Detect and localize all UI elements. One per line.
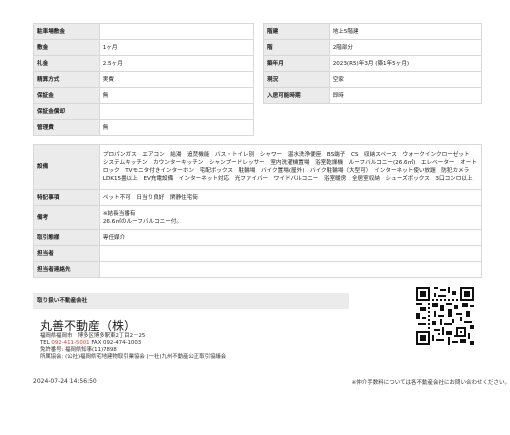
commission-note: ※仲介手数料については各不動産会社にお問い合わせください。 <box>351 380 510 386</box>
term-label: 敷金 <box>33 39 100 56</box>
building-row: 階 2階部分 <box>263 39 483 56</box>
detail-label: 特記事項 <box>33 189 100 206</box>
term-row: 保証金無 <box>33 87 255 104</box>
detail-value: ※結長当番有 26.6㎡のルーフバルコニー付。 <box>98 205 483 230</box>
term-value: 1ヶ月 <box>98 39 255 56</box>
detail-row: 取引態様 専任媒介 <box>33 229 483 246</box>
building-row: 築年月 2023(R5)年3月 (築1年5ヶ月) <box>263 55 483 72</box>
building-row: 入居可能時期 即時 <box>263 87 483 104</box>
term-label: 駐車場敷金 <box>33 23 100 40</box>
detail-row: 備考 ※結長当番有 26.6㎡のルーフバルコニー付。 <box>33 205 483 230</box>
building-value: 地上5階建 <box>328 23 483 40</box>
detail-label: 担当者 <box>33 245 100 262</box>
detail-value: ペット不可 日当り良好 閑静住宅街 <box>98 189 483 206</box>
term-row: 管理費無 <box>33 119 255 136</box>
term-row: 礼金 2.5ヶ月 <box>33 55 255 72</box>
company-association: 所属協会: (公社)福岡県宅地建物取引業協会 (一社)九州不動産公正取引協議会 <box>40 354 227 360</box>
building-row: 現況 空家 <box>263 71 483 88</box>
company-phone: TEL 092-411-5001 FAX 092-474-1003 <box>40 340 141 347</box>
building-value: 2023(R5)年3月 (築1年5ヶ月) <box>328 55 483 72</box>
tel-link[interactable]: 092-411-5001 <box>51 340 89 346</box>
term-value <box>98 23 255 40</box>
term-label: 管理費 <box>33 119 100 136</box>
qr-code-icon <box>416 287 474 345</box>
detail-value: プロパンガス エアコン 給湯 追焚機能 バス・トイレ別 シャワー 温水洗浄便座 … <box>98 144 483 190</box>
building-row: 階建 地上5階建 <box>263 23 483 40</box>
company-name: 丸善不動産（株） <box>40 319 137 333</box>
tel-label: TEL <box>40 340 52 346</box>
term-value: 無 <box>98 119 255 136</box>
building-value: 即時 <box>328 87 483 104</box>
term-label: 礼金 <box>33 55 100 72</box>
term-row: 敷金 1ヶ月 <box>33 39 255 56</box>
building-label: 階建 <box>263 23 330 40</box>
detail-label: 備考 <box>33 205 100 230</box>
term-row: 駐車場敷金 <box>33 23 255 40</box>
term-row: 精算方式 実費 <box>33 71 255 88</box>
detail-row: 設備 プロパンガス エアコン 給湯 追焚機能 バス・トイレ別 シャワー 温水洗浄便… <box>33 144 483 190</box>
detail-row: 担当者 <box>33 245 483 262</box>
detail-value <box>98 245 483 262</box>
detail-value: 専任媒介 <box>98 229 483 246</box>
term-value: 2.5ヶ月 <box>98 55 255 72</box>
company-address: 福岡県福岡市 博多区博多駅東2丁目2－25 <box>40 333 146 339</box>
fax-number: FAX 092-474-1003 <box>89 340 142 346</box>
building-label: 現況 <box>263 71 330 88</box>
detail-row: 特記事項 ペット不可 日当り良好 閑静住宅街 <box>33 189 483 206</box>
detail-label: 取引態様 <box>33 229 100 246</box>
building-value: 2階部分 <box>328 39 483 56</box>
term-value <box>98 103 255 120</box>
detail-label: 担当者連絡先 <box>33 261 100 278</box>
building-label: 入居可能時期 <box>263 87 330 104</box>
building-table-right: 階建 地上5階建階 2階部分 築年月 2023(R5)年3月 (築1年5ヶ月) 現況 空家入… <box>263 23 483 104</box>
term-label: 精算方式 <box>33 71 100 88</box>
terms-table-left: 駐車場敷金 敷金 1ヶ月 礼金 2.5ヶ月 精算方式 実費 保証金無保証金償却 管理費無 <box>33 23 255 136</box>
term-value: 無 <box>98 87 255 104</box>
details-table: 設備 プロパンガス エアコン 給湯 追焚機能 バス・トイレ別 シャワー 温水洗浄便… <box>33 144 483 278</box>
detail-value <box>98 261 483 278</box>
building-value: 空家 <box>328 71 483 88</box>
detail-label: 設備 <box>33 144 100 190</box>
building-label: 築年月 <box>263 55 330 72</box>
building-label: 階 <box>263 39 330 56</box>
term-row: 保証金償却 <box>33 103 255 120</box>
detail-row: 担当者連絡先 <box>33 261 483 278</box>
term-value: 実費 <box>98 71 255 88</box>
company-license: 免許番号: 福岡県知事(11)7898 <box>40 347 117 353</box>
agent-section-title: 取り扱い不動産会社 <box>33 293 349 309</box>
term-label: 保証金 <box>33 87 100 104</box>
print-timestamp: 2024-07-24 14:56:50 <box>33 378 97 385</box>
term-label: 保証金償却 <box>33 103 100 120</box>
